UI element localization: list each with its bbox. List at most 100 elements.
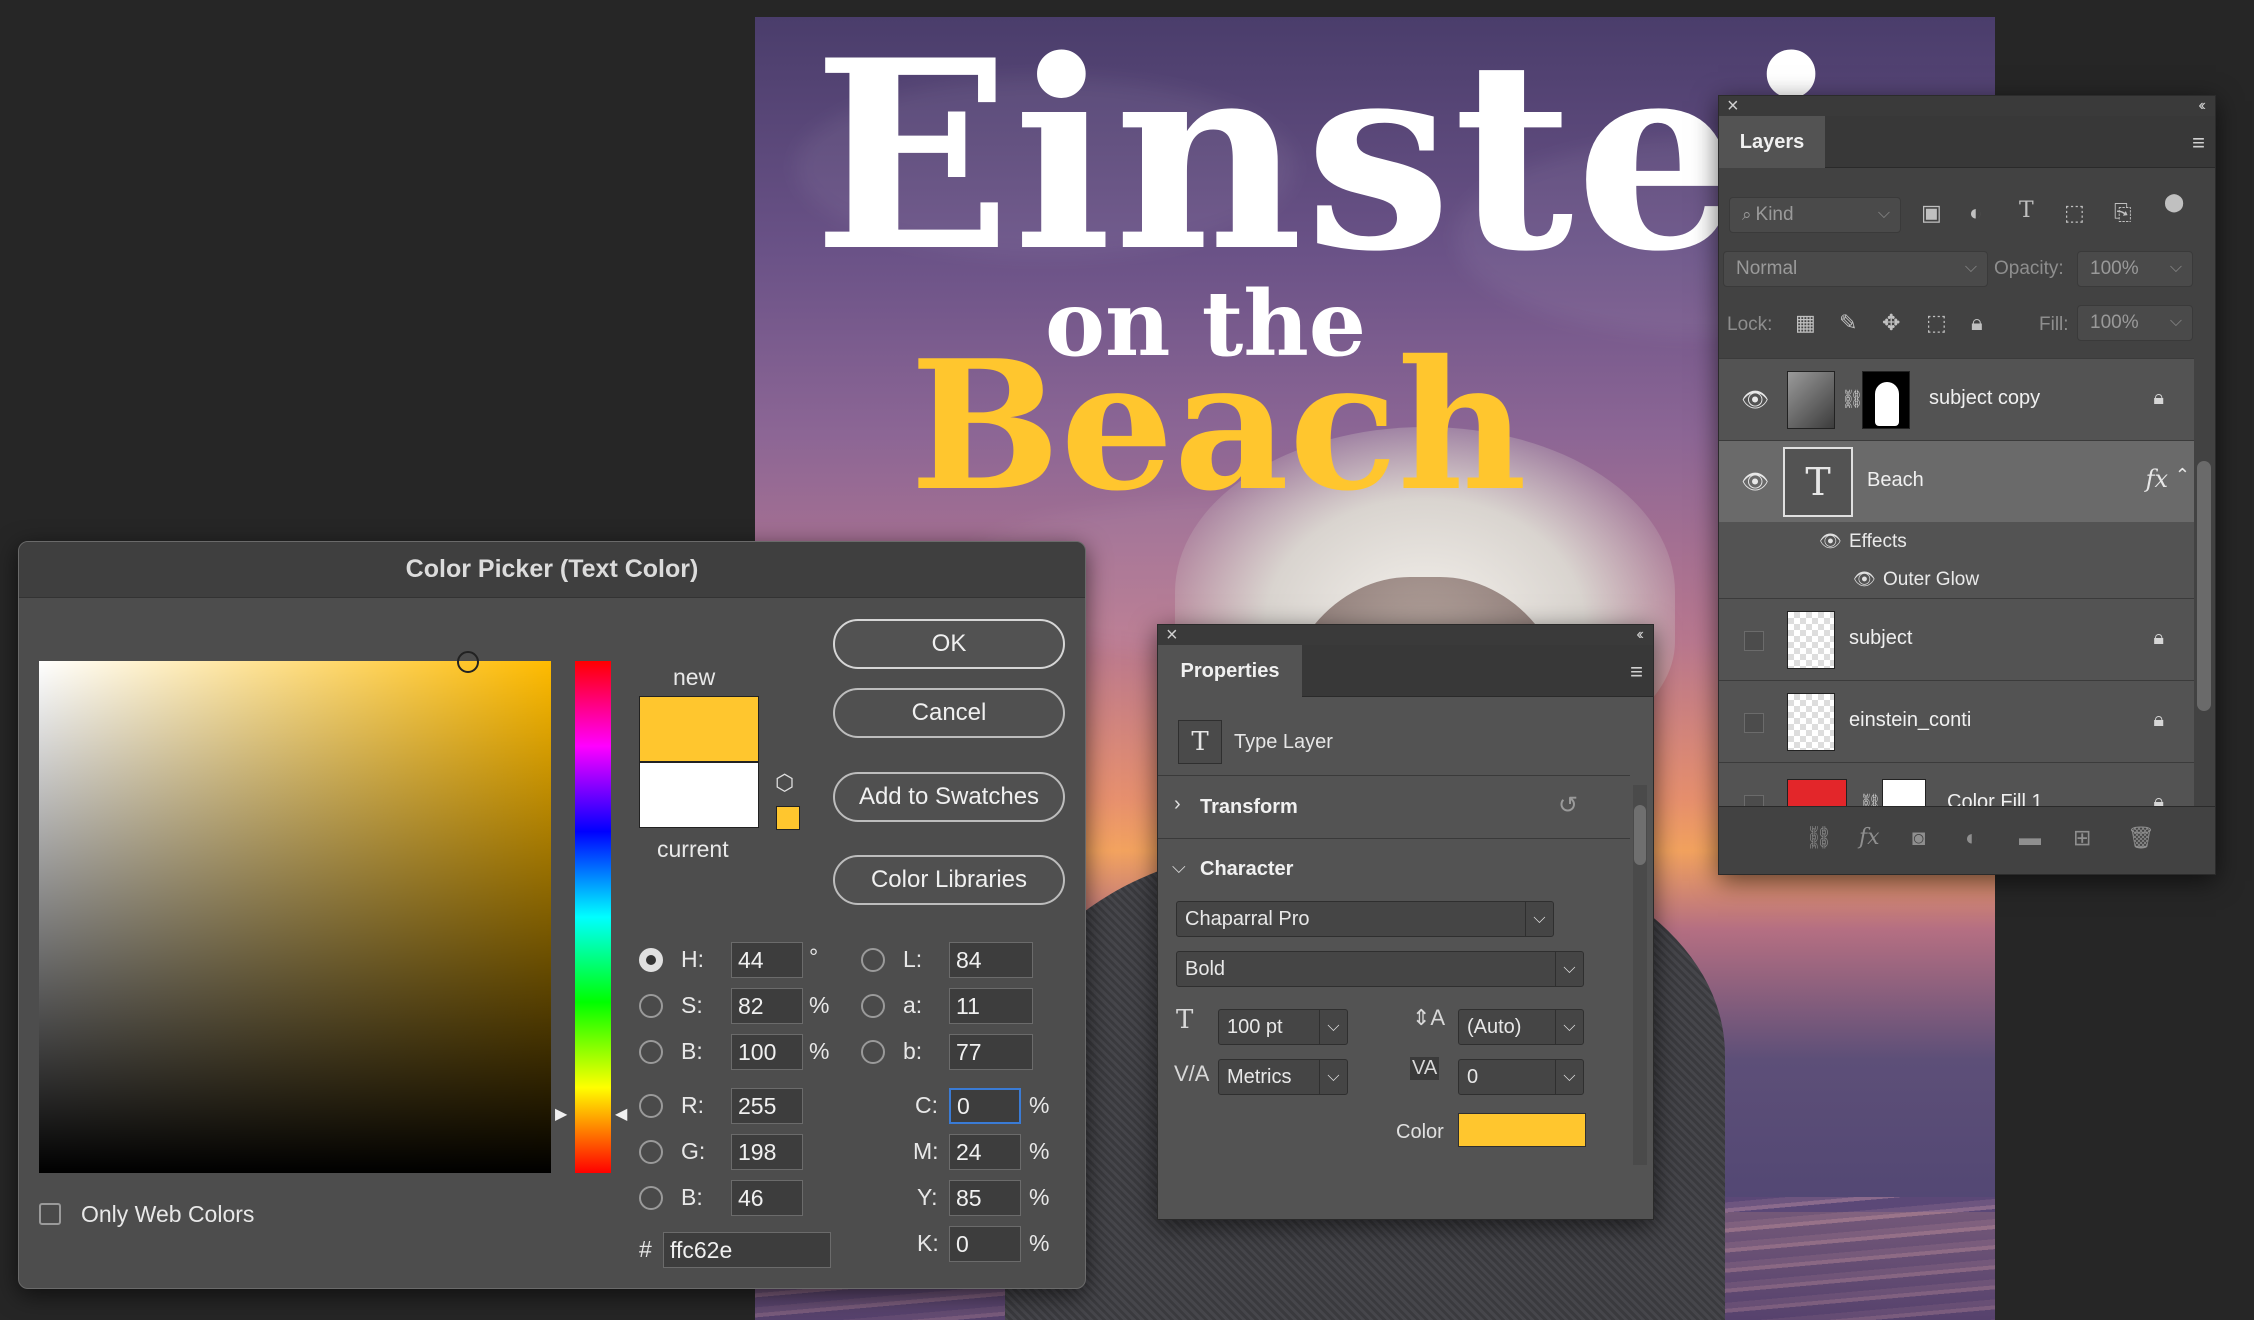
ok-button[interactable]: OK	[833, 619, 1065, 669]
gamut-swatch[interactable]	[776, 806, 800, 830]
layer-row-subject[interactable]: subject 🔒︎	[1719, 598, 2194, 680]
opacity-field[interactable]: 100% ⌵	[2077, 251, 2193, 287]
chevron-up-icon[interactable]: ⌃	[2175, 465, 2190, 486]
reset-icon[interactable]: ↺	[1558, 791, 1578, 820]
scrollbar[interactable]	[2197, 461, 2211, 711]
font-family-dropdown[interactable]: Chaparral Pro ⌵	[1176, 901, 1554, 937]
color-libraries-button[interactable]: Color Libraries	[833, 855, 1065, 905]
hue-slider-handle-left[interactable]: ▶	[555, 1104, 567, 1124]
saturation-brightness-field[interactable]	[39, 651, 551, 1173]
hue-slider-handle-right[interactable]: ◀	[615, 1104, 627, 1124]
fill-field[interactable]: 100% ⌵	[2077, 305, 2193, 341]
filter-toggle-icon[interactable]: ⬤	[2164, 192, 2184, 213]
new-layer-icon[interactable]: ⊞	[2073, 825, 2091, 851]
kerning-field[interactable]: Metrics ⌵	[1218, 1059, 1348, 1095]
close-icon[interactable]: ×	[1166, 625, 1178, 645]
link-layers-icon[interactable]: ⛓︎	[1805, 825, 1833, 851]
r-input[interactable]: 255	[731, 1088, 803, 1124]
eye-icon[interactable]: 👁︎	[1741, 387, 1769, 413]
g-input[interactable]: 198	[731, 1134, 803, 1170]
k-input[interactable]: 0	[949, 1226, 1021, 1262]
eye-icon[interactable]: 👁︎	[1819, 531, 1842, 552]
tab-properties[interactable]: Properties	[1158, 645, 1302, 697]
effects-row[interactable]: 👁︎ Effects	[1719, 522, 2194, 560]
panel-menu-icon[interactable]: ≡	[2192, 130, 2205, 156]
font-size-field[interactable]: 100 pt ⌵	[1218, 1009, 1348, 1045]
collapse-icon[interactable]: ‹‹	[1636, 626, 1643, 644]
lock-position-icon[interactable]: ✥	[1882, 310, 1900, 336]
radio-lab-b[interactable]	[861, 1040, 885, 1064]
tracking-field[interactable]: 0 ⌵	[1458, 1059, 1584, 1095]
hue-slider[interactable]	[575, 661, 611, 1173]
radio-r[interactable]	[639, 1094, 663, 1118]
adjustment-layer-icon[interactable]: ◐	[1965, 825, 1978, 851]
panel-menu-icon[interactable]: ≡	[1630, 659, 1643, 685]
current-color-swatch[interactable]	[639, 762, 759, 828]
visibility-toggle[interactable]	[1744, 713, 1764, 733]
a-input[interactable]: 11	[949, 988, 1033, 1024]
lock-artboard-icon[interactable]: ⬚	[1926, 310, 1947, 336]
layer-row-beach[interactable]: 👁︎ T Beach fx ⌃	[1719, 440, 2194, 522]
blend-mode-dropdown[interactable]: Normal ⌵	[1723, 251, 1988, 287]
lock-all-icon[interactable]: 🔒︎	[1971, 310, 1983, 336]
section-character[interactable]: Character	[1200, 858, 1293, 881]
smart-object-filter-icon[interactable]: ⎘	[2114, 200, 2132, 226]
radio-g[interactable]	[639, 1140, 663, 1164]
tab-layers[interactable]: Layers	[1719, 116, 1825, 168]
leading-field[interactable]: (Auto) ⌵	[1458, 1009, 1584, 1045]
headline-beach: Beach	[910, 321, 1527, 530]
collapse-icon[interactable]: ‹‹	[2198, 97, 2205, 115]
m-input[interactable]: 24	[949, 1134, 1021, 1170]
fx-icon[interactable]: fx	[2146, 465, 2168, 493]
section-transform[interactable]: Transform	[1200, 796, 1298, 819]
font-style-dropdown[interactable]: Bold ⌵	[1176, 951, 1584, 987]
add-mask-icon[interactable]: ◙	[1912, 825, 1925, 851]
visibility-toggle[interactable]	[1744, 631, 1764, 651]
c-input[interactable]: 0	[949, 1088, 1021, 1124]
layer-row-subject-copy[interactable]: 👁︎ ⛓︎ subject copy 🔒︎	[1719, 358, 2194, 440]
cube-icon[interactable]: ⬡	[775, 770, 794, 796]
add-style-icon[interactable]: fx	[1859, 825, 1880, 850]
radio-blue[interactable]	[639, 1186, 663, 1210]
h-input[interactable]: 44	[731, 942, 803, 978]
link-icon[interactable]: ⛓︎	[1841, 389, 1864, 410]
outer-glow-row[interactable]: 👁︎ Outer Glow	[1719, 560, 2194, 598]
text-color-swatch[interactable]	[1458, 1113, 1586, 1147]
scrollbar-thumb[interactable]	[1634, 805, 1646, 865]
lock-paint-icon[interactable]: ✎	[1839, 310, 1857, 336]
cancel-button[interactable]: Cancel	[833, 688, 1065, 738]
eye-icon[interactable]: 👁︎	[1741, 469, 1769, 495]
blue-input[interactable]: 46	[731, 1180, 803, 1216]
chevron-down-icon[interactable]: ⌵	[1172, 857, 1186, 878]
fill-label: Fill:	[2039, 314, 2069, 335]
chevron-right-icon[interactable]: ›	[1174, 793, 1181, 816]
close-icon[interactable]: ×	[1727, 96, 1739, 116]
lock-transparency-icon[interactable]: ▦	[1795, 310, 1816, 336]
radio-h[interactable]	[639, 948, 663, 972]
only-web-colors-checkbox[interactable]	[39, 1203, 61, 1225]
layer-row-color-fill-1[interactable]: ⛓︎ Color Fill 1 🔒︎	[1719, 762, 2194, 812]
l-input[interactable]: 84	[949, 942, 1033, 978]
radio-l[interactable]	[861, 948, 885, 972]
color-field-cursor[interactable]	[457, 651, 479, 673]
layer-row-einstein-conti[interactable]: einstein_conti 🔒︎	[1719, 680, 2194, 762]
filter-kind-dropdown[interactable]: ⌕ Kind ⌵	[1729, 197, 1901, 233]
layer-mask-thumbnail[interactable]	[1862, 371, 1910, 429]
shape-filter-icon[interactable]: ⬚	[2064, 200, 2085, 226]
y-input[interactable]: 85	[949, 1180, 1021, 1216]
image-filter-icon[interactable]: ▣	[1921, 200, 1942, 226]
radio-s[interactable]	[639, 994, 663, 1018]
trash-icon[interactable]: 🗑︎	[2127, 825, 2155, 851]
s-input[interactable]: 82	[731, 988, 803, 1024]
type-filter-icon[interactable]: T	[2019, 198, 2034, 223]
lab-b-input[interactable]: 77	[949, 1034, 1033, 1070]
eye-icon[interactable]: 👁︎	[1853, 569, 1876, 590]
group-folder-icon[interactable]: ▬	[2019, 825, 2041, 851]
radio-b[interactable]	[639, 1040, 663, 1064]
percent-unit: %	[809, 1038, 830, 1064]
radio-a[interactable]	[861, 994, 885, 1018]
adjustment-filter-icon[interactable]: ◐	[1969, 200, 1982, 226]
add-to-swatches-button[interactable]: Add to Swatches	[833, 772, 1065, 822]
hex-input[interactable]: ffc62e	[663, 1232, 831, 1268]
b-input[interactable]: 100	[731, 1034, 803, 1070]
